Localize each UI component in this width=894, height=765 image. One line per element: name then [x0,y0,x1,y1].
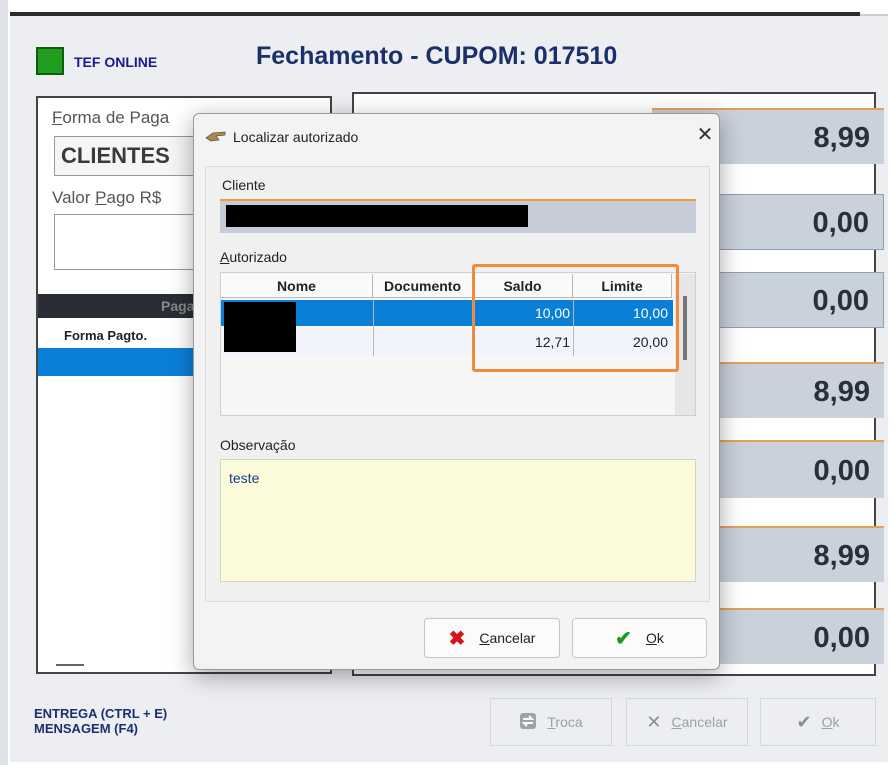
window-edge [0,0,8,765]
authorized-label: Autorizado [220,249,287,265]
dialog-title: Localizar autorizado [233,129,359,145]
tef-status-indicator [36,47,64,75]
hand-pointer-icon [205,128,227,144]
troca-button[interactable]: Troca [490,698,612,746]
checkmark-icon: ✔ [615,627,632,650]
notes-label: Observação [220,437,296,453]
checkmark-icon: ✔ [796,711,812,732]
notes-field[interactable]: teste [220,459,696,582]
column-header-nome[interactable]: Nome [221,274,373,298]
shortcut-hints: ENTREGA (CTRL + E) MENSAGEM (F4) [34,706,167,736]
client-label: Cliente [222,177,266,193]
ok-button[interactable]: ✔ Ok [572,618,707,658]
grid-divider [56,664,84,666]
cancel-button[interactable]: ✖ Cancelar [424,618,560,658]
ok-button-background[interactable]: ✔ Ok [760,698,876,746]
authorized-name-redacted [224,302,296,352]
cancel-button-background[interactable]: ✕ Cancelar [626,698,748,746]
client-name-redacted [226,205,528,227]
payments-grid-column: Forma Pagto. [64,328,148,343]
swap-icon [519,712,537,733]
window-top-bar [10,12,860,16]
payment-form-label: Forma de Paga [52,108,170,127]
highlight-annotation [472,264,679,372]
x-icon: ✕ [646,711,662,732]
scrollbar-thumb[interactable] [683,296,687,360]
amount-paid-label: Valor Pago R$ [52,188,162,207]
column-divider [373,300,374,356]
delivery-shortcut[interactable]: ENTREGA (CTRL + E) [34,706,167,721]
x-icon: ✖ [448,627,466,650]
tef-status-label: TEF ONLINE [74,54,158,70]
message-shortcut[interactable]: MENSAGEM (F4) [34,721,167,736]
column-header-documento[interactable]: Documento [373,274,473,298]
close-icon[interactable]: ✕ [690,120,720,150]
page-title: Fechamento - CUPOM: 017510 [256,42,618,70]
